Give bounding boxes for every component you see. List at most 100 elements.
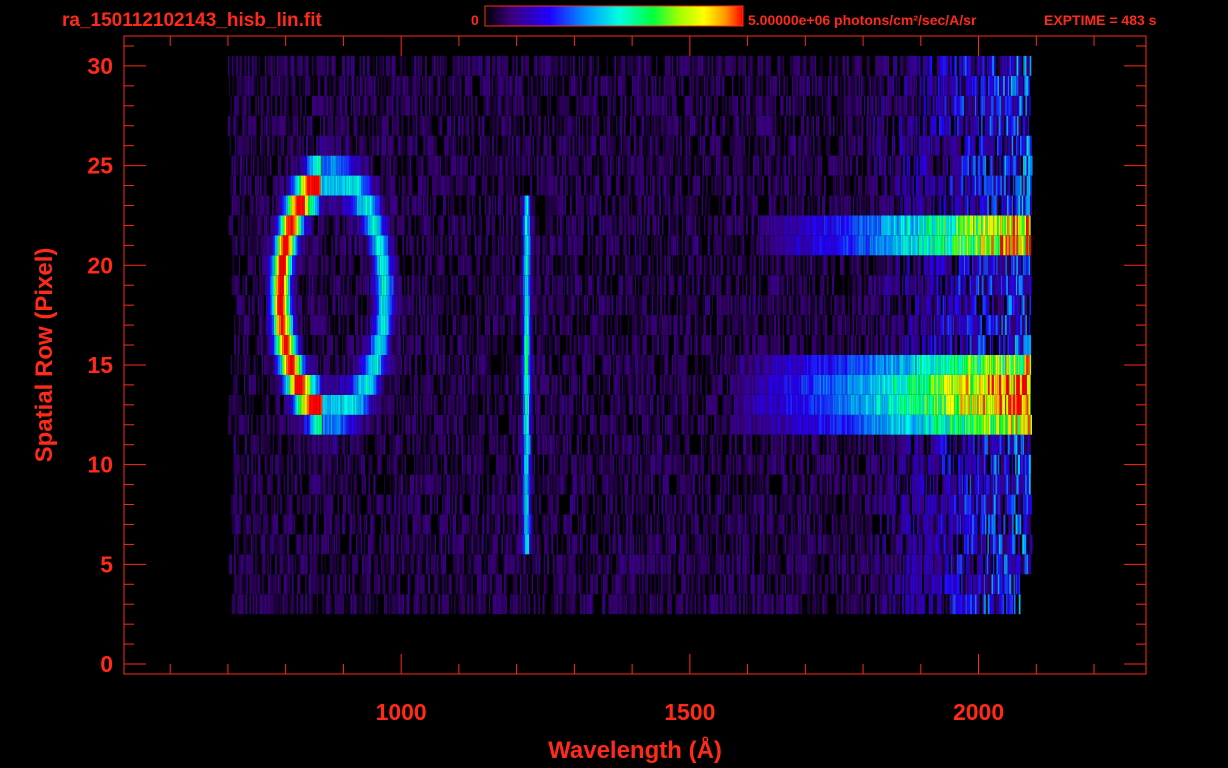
heatmap-cell: [809, 594, 811, 615]
heatmap-cell: [260, 534, 262, 555]
heatmap-cell: [233, 554, 236, 575]
heatmap-cell: [981, 434, 983, 455]
heatmap-cell: [743, 474, 746, 495]
heatmap-cell: [274, 355, 277, 375]
heatmap-cell: [710, 355, 713, 375]
heatmap-cell: [947, 394, 949, 415]
heatmap-cell: [341, 414, 343, 435]
heatmap-cell: [611, 454, 613, 475]
heatmap-cell: [674, 554, 676, 575]
heatmap-cell: [453, 414, 455, 435]
heatmap-cell: [363, 355, 365, 375]
heatmap-cell: [1026, 434, 1028, 455]
heatmap-cell: [948, 534, 950, 555]
heatmap-cell: [776, 574, 778, 595]
heatmap-cell: [950, 554, 952, 575]
heatmap-cell: [761, 374, 763, 395]
heatmap-cell: [766, 335, 768, 355]
heatmap-cell: [610, 414, 612, 435]
heatmap-cell: [390, 534, 393, 555]
heatmap-cell: [791, 574, 794, 595]
heatmap-cell: [520, 574, 522, 595]
heatmap-cell: [711, 594, 715, 615]
heatmap-cell: [730, 514, 733, 535]
heatmap-cell: [715, 514, 717, 535]
heatmap-cell: [305, 514, 307, 535]
heatmap-cell: [446, 594, 449, 615]
heatmap-cell: [988, 414, 991, 435]
heatmap-cell: [778, 414, 781, 435]
heatmap-cell: [261, 434, 263, 455]
heatmap-cell: [816, 454, 819, 475]
heatmap-cell: [816, 494, 818, 515]
heatmap-cell: [776, 594, 778, 615]
heatmap-cell: [940, 434, 942, 455]
heatmap-cell: [316, 454, 318, 475]
heatmap-cell: [838, 374, 841, 395]
heatmap-cell: [499, 474, 502, 495]
heatmap-cell: [397, 434, 399, 455]
heatmap-cell: [556, 494, 559, 515]
heatmap-cell: [341, 394, 343, 415]
heatmap-cell: [913, 494, 916, 515]
heatmap-cell: [621, 374, 623, 395]
heatmap-cell: [549, 394, 551, 415]
heatmap-cell: [385, 394, 387, 415]
heatmap-cell: [312, 394, 314, 415]
heatmap-cell: [767, 474, 770, 495]
heatmap-cell: [792, 414, 795, 435]
heatmap-cell: [653, 554, 656, 575]
heatmap-cell: [1005, 554, 1008, 575]
heatmap-cell: [282, 594, 285, 615]
heatmap-cell: [708, 474, 711, 495]
heatmap-cell: [435, 474, 437, 495]
heatmap-cell: [746, 534, 749, 555]
heatmap-cell: [930, 574, 932, 595]
heatmap-cell: [762, 494, 765, 515]
heatmap-cell: [415, 474, 418, 495]
heatmap-cell: [390, 554, 393, 575]
heatmap-cell: [786, 434, 788, 455]
heatmap-cell: [386, 394, 388, 415]
heatmap-cell: [375, 355, 377, 375]
heatmap-cell: [916, 594, 918, 615]
heatmap-cell: [907, 514, 910, 535]
heatmap-cell: [491, 534, 493, 555]
heatmap-cell: [558, 355, 561, 375]
heatmap-cell: [524, 494, 526, 515]
heatmap-cell: [726, 554, 728, 575]
heatmap-cell: [802, 414, 804, 435]
heatmap-cell: [411, 335, 414, 355]
heatmap-cell: [674, 414, 676, 435]
heatmap-cell: [273, 574, 277, 595]
heatmap-cell: [795, 414, 797, 435]
heatmap-cell: [628, 494, 630, 515]
heatmap-cell: [509, 494, 511, 515]
heatmap-cell: [725, 414, 728, 435]
heatmap-cell: [463, 394, 466, 415]
heatmap-cell: [692, 554, 694, 575]
heatmap-cell: [410, 355, 412, 375]
heatmap-cell: [397, 414, 400, 435]
heatmap-cell: [407, 494, 410, 515]
heatmap-cell: [448, 414, 450, 435]
heatmap-cell: [500, 394, 503, 415]
heatmap-cell: [691, 514, 693, 535]
heatmap-cell: [490, 554, 492, 575]
heatmap-cell: [1006, 534, 1008, 555]
heatmap-cell: [1017, 454, 1020, 475]
heatmap-cell: [308, 374, 311, 395]
heatmap-cell: [867, 494, 870, 515]
heatmap-cell: [991, 514, 994, 535]
heatmap-cell: [992, 534, 994, 555]
heatmap-cell: [520, 454, 523, 475]
heatmap-cell: [340, 574, 343, 595]
heatmap-cell: [451, 534, 453, 555]
heatmap-cell: [301, 394, 304, 415]
heatmap-cell: [564, 474, 566, 495]
heatmap-cell: [404, 394, 407, 415]
heatmap-cell: [662, 574, 664, 595]
heatmap-cell: [533, 594, 535, 615]
heatmap-cell: [267, 574, 269, 595]
heatmap-cell: [588, 454, 590, 475]
